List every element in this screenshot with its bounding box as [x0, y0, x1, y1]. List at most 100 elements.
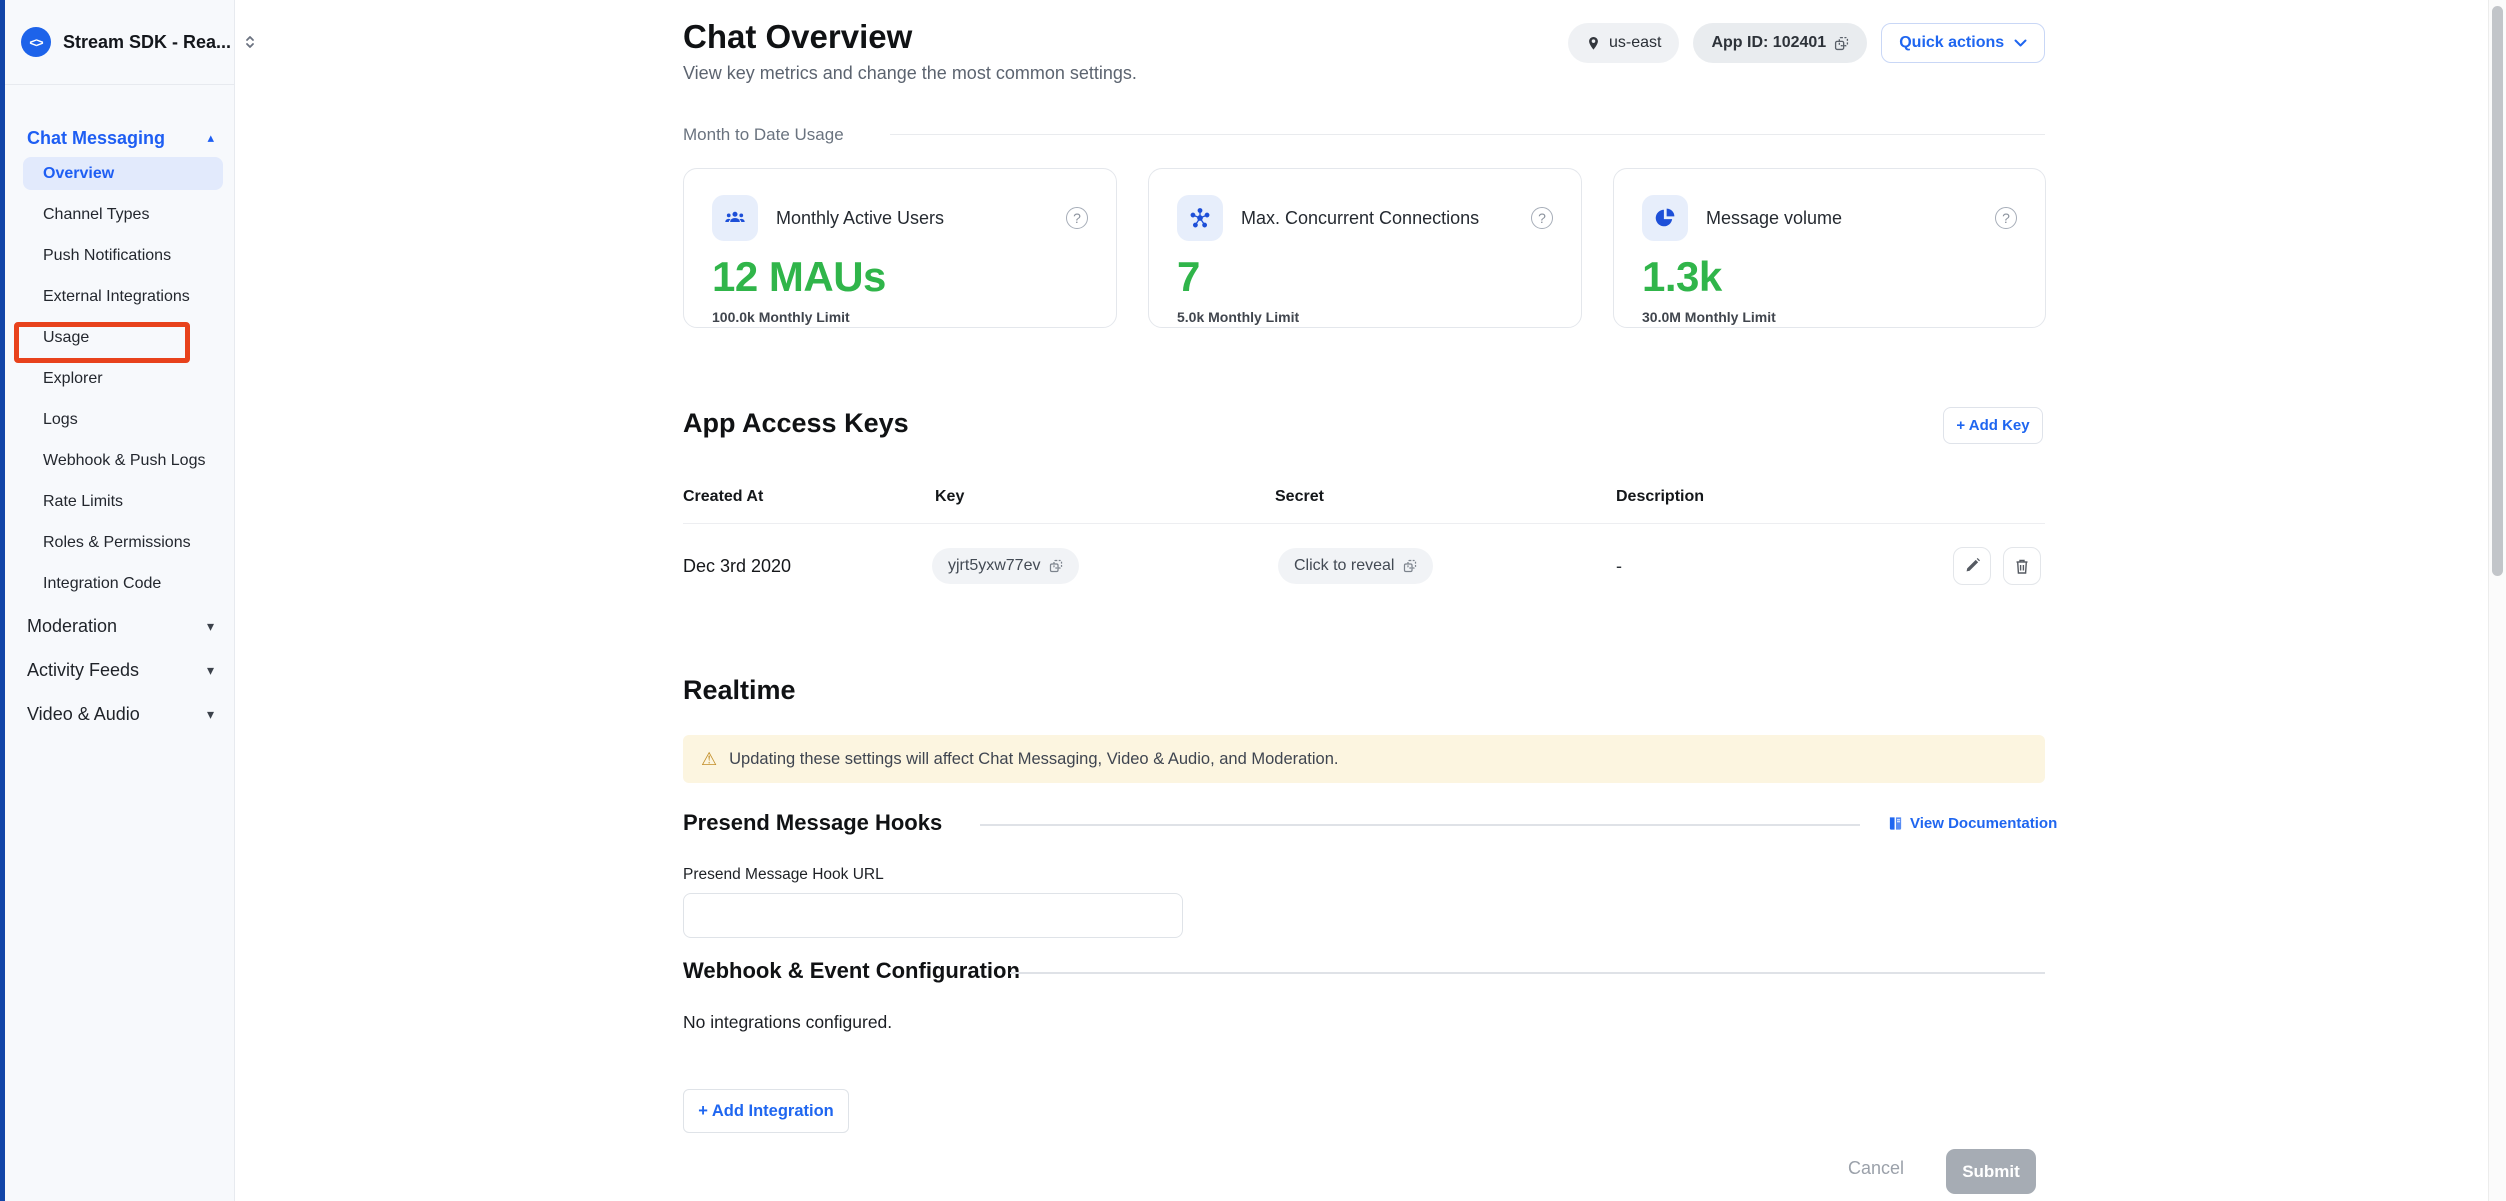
connections-icon [1177, 195, 1223, 241]
metric-title: Max. Concurrent Connections [1241, 208, 1513, 229]
secret-reveal-label: Click to reveal [1294, 557, 1394, 575]
users-icon [712, 195, 758, 241]
sidebar-section-label: Video & Audio [27, 704, 140, 725]
help-icon[interactable]: ? [1531, 207, 1553, 229]
pie-chart-icon [1642, 195, 1688, 241]
page-title: Chat Overview [683, 18, 912, 56]
stream-logo-icon: <> [21, 27, 51, 57]
scrollbar-thumb[interactable] [2492, 6, 2503, 576]
metric-title: Message volume [1706, 208, 1977, 229]
quick-actions-label: Quick actions [1899, 34, 2004, 52]
sidebar-item-webhook-push-logs[interactable]: Webhook & Push Logs [5, 440, 234, 481]
presend-divider [980, 824, 1860, 826]
metric-title: Monthly Active Users [776, 208, 1048, 229]
webhook-config-heading: Webhook & Event Configuration [683, 958, 1020, 984]
app-id-label: App ID: 102401 [1711, 34, 1826, 52]
page-subtitle: View key metrics and change the most com… [683, 63, 1137, 84]
sidebar-section-video-audio[interactable]: Video & Audio ▾ [5, 692, 234, 736]
sidebar-item-label: Overview [23, 157, 223, 190]
copy-icon [1834, 36, 1849, 51]
location-pin-icon [1586, 35, 1601, 52]
metric-limit: 30.0M Monthly Limit [1642, 309, 2017, 325]
sidebar-section-chat-messaging[interactable]: Chat Messaging ▴ [5, 125, 234, 151]
metric-card-connections: Max. Concurrent Connections ? 7 5.0k Mon… [1148, 168, 1582, 328]
warning-text: Updating these settings will affect Chat… [729, 750, 1338, 769]
sidebar-item-push-notifications[interactable]: Push Notifications [5, 235, 234, 276]
sidebar-item-usage[interactable]: Usage [5, 317, 234, 358]
region-label: us-east [1609, 34, 1661, 52]
sidebar-item-explorer[interactable]: Explorer [5, 358, 234, 399]
book-icon [1888, 816, 1903, 831]
copy-icon [1403, 559, 1417, 573]
metric-card-message-volume: Message volume ? 1.3k 30.0M Monthly Limi… [1613, 168, 2046, 328]
edit-key-button[interactable] [1953, 547, 1991, 585]
sidebar-section-activity-feeds[interactable]: Activity Feeds ▾ [5, 648, 234, 692]
expand-caret-icon: ▾ [207, 662, 214, 679]
add-key-button[interactable]: + Add Key [1943, 407, 2043, 444]
column-header-key: Key [935, 488, 964, 506]
usage-section-label: Month to Date Usage [683, 125, 844, 145]
view-documentation-label: View Documentation [1910, 815, 2057, 832]
metric-value: 7 [1177, 253, 1553, 301]
sidebar-item-integration-code[interactable]: Integration Code [5, 563, 234, 604]
view-documentation-link[interactable]: View Documentation [1888, 815, 2057, 832]
metric-value: 12 MAUs [712, 253, 1088, 301]
app-switcher[interactable]: <> Stream SDK - Rea... [5, 0, 234, 85]
column-header-created-at: Created At [683, 488, 763, 506]
add-integration-button[interactable]: + Add Integration [683, 1089, 849, 1133]
chevron-down-icon [2014, 39, 2027, 48]
expand-caret-icon: ▾ [207, 618, 214, 635]
sidebar-section-label: Moderation [27, 616, 117, 637]
help-icon[interactable]: ? [1995, 207, 2017, 229]
sidebar-section-label: Activity Feeds [27, 660, 139, 681]
api-key-chip[interactable]: yjrt5yxw77ev [932, 548, 1079, 584]
sidebar-item-roles-permissions[interactable]: Roles & Permissions [5, 522, 234, 563]
copy-icon [1049, 559, 1063, 573]
realtime-heading: Realtime [683, 675, 796, 706]
cancel-button[interactable]: Cancel [1848, 1158, 1904, 1179]
scrollbar-track[interactable] [2488, 0, 2506, 1201]
trash-icon [2014, 558, 2030, 575]
sidebar-items: Overview Channel Types Push Notification… [5, 153, 234, 604]
delete-key-button[interactable] [2003, 547, 2041, 585]
metric-limit: 100.0k Monthly Limit [712, 309, 1088, 325]
submit-button[interactable]: Submit [1946, 1149, 2036, 1194]
presend-hook-url-input[interactable] [683, 893, 1183, 938]
sidebar-item-external-integrations[interactable]: External Integrations [5, 276, 234, 317]
sidebar-section-moderation[interactable]: Moderation ▾ [5, 604, 234, 648]
region-badge: us-east [1568, 23, 1679, 63]
sidebar-item-channel-types[interactable]: Channel Types [5, 194, 234, 235]
metric-value: 1.3k [1642, 253, 2017, 301]
sidebar-item-overview[interactable]: Overview [5, 153, 234, 194]
header-actions: us-east App ID: 102401 Quick actions [1568, 23, 2045, 63]
metric-card-mau: Monthly Active Users ? 12 MAUs 100.0k Mo… [683, 168, 1117, 328]
key-description: - [1616, 556, 1622, 577]
collapse-caret-icon: ▴ [207, 130, 214, 146]
app-name: Stream SDK - Rea... [63, 32, 231, 53]
no-integrations-text: No integrations configured. [683, 1012, 892, 1033]
help-icon[interactable]: ? [1066, 207, 1088, 229]
sidebar-item-rate-limits[interactable]: Rate Limits [5, 481, 234, 522]
pencil-icon [1964, 558, 1980, 574]
app-id-badge[interactable]: App ID: 102401 [1693, 23, 1867, 63]
quick-actions-button[interactable]: Quick actions [1881, 23, 2045, 63]
sidebar: <> Stream SDK - Rea... Chat Messaging ▴ … [5, 0, 235, 1201]
presend-hook-url-label: Presend Message Hook URL [683, 866, 884, 884]
webhook-divider [1010, 972, 2045, 974]
column-header-secret: Secret [1275, 488, 1324, 506]
presend-hooks-heading: Presend Message Hooks [683, 810, 942, 836]
sidebar-section-label: Chat Messaging [27, 128, 165, 149]
table-header-divider [683, 523, 2045, 524]
sidebar-nav: Chat Messaging ▴ Overview Channel Types … [5, 85, 234, 736]
secret-reveal-chip[interactable]: Click to reveal [1278, 548, 1433, 584]
dashboard-page: <> Stream SDK - Rea... Chat Messaging ▴ … [0, 0, 2506, 1201]
usage-section-divider [890, 134, 2045, 135]
key-created-at: Dec 3rd 2020 [683, 556, 791, 577]
access-keys-heading: App Access Keys [683, 408, 909, 439]
column-header-description: Description [1616, 488, 1704, 506]
sidebar-item-logs[interactable]: Logs [5, 399, 234, 440]
warning-banner: ⚠ Updating these settings will affect Ch… [683, 735, 2045, 783]
api-key-value: yjrt5yxw77ev [948, 557, 1040, 575]
warning-icon: ⚠ [701, 750, 717, 768]
metric-limit: 5.0k Monthly Limit [1177, 309, 1553, 325]
